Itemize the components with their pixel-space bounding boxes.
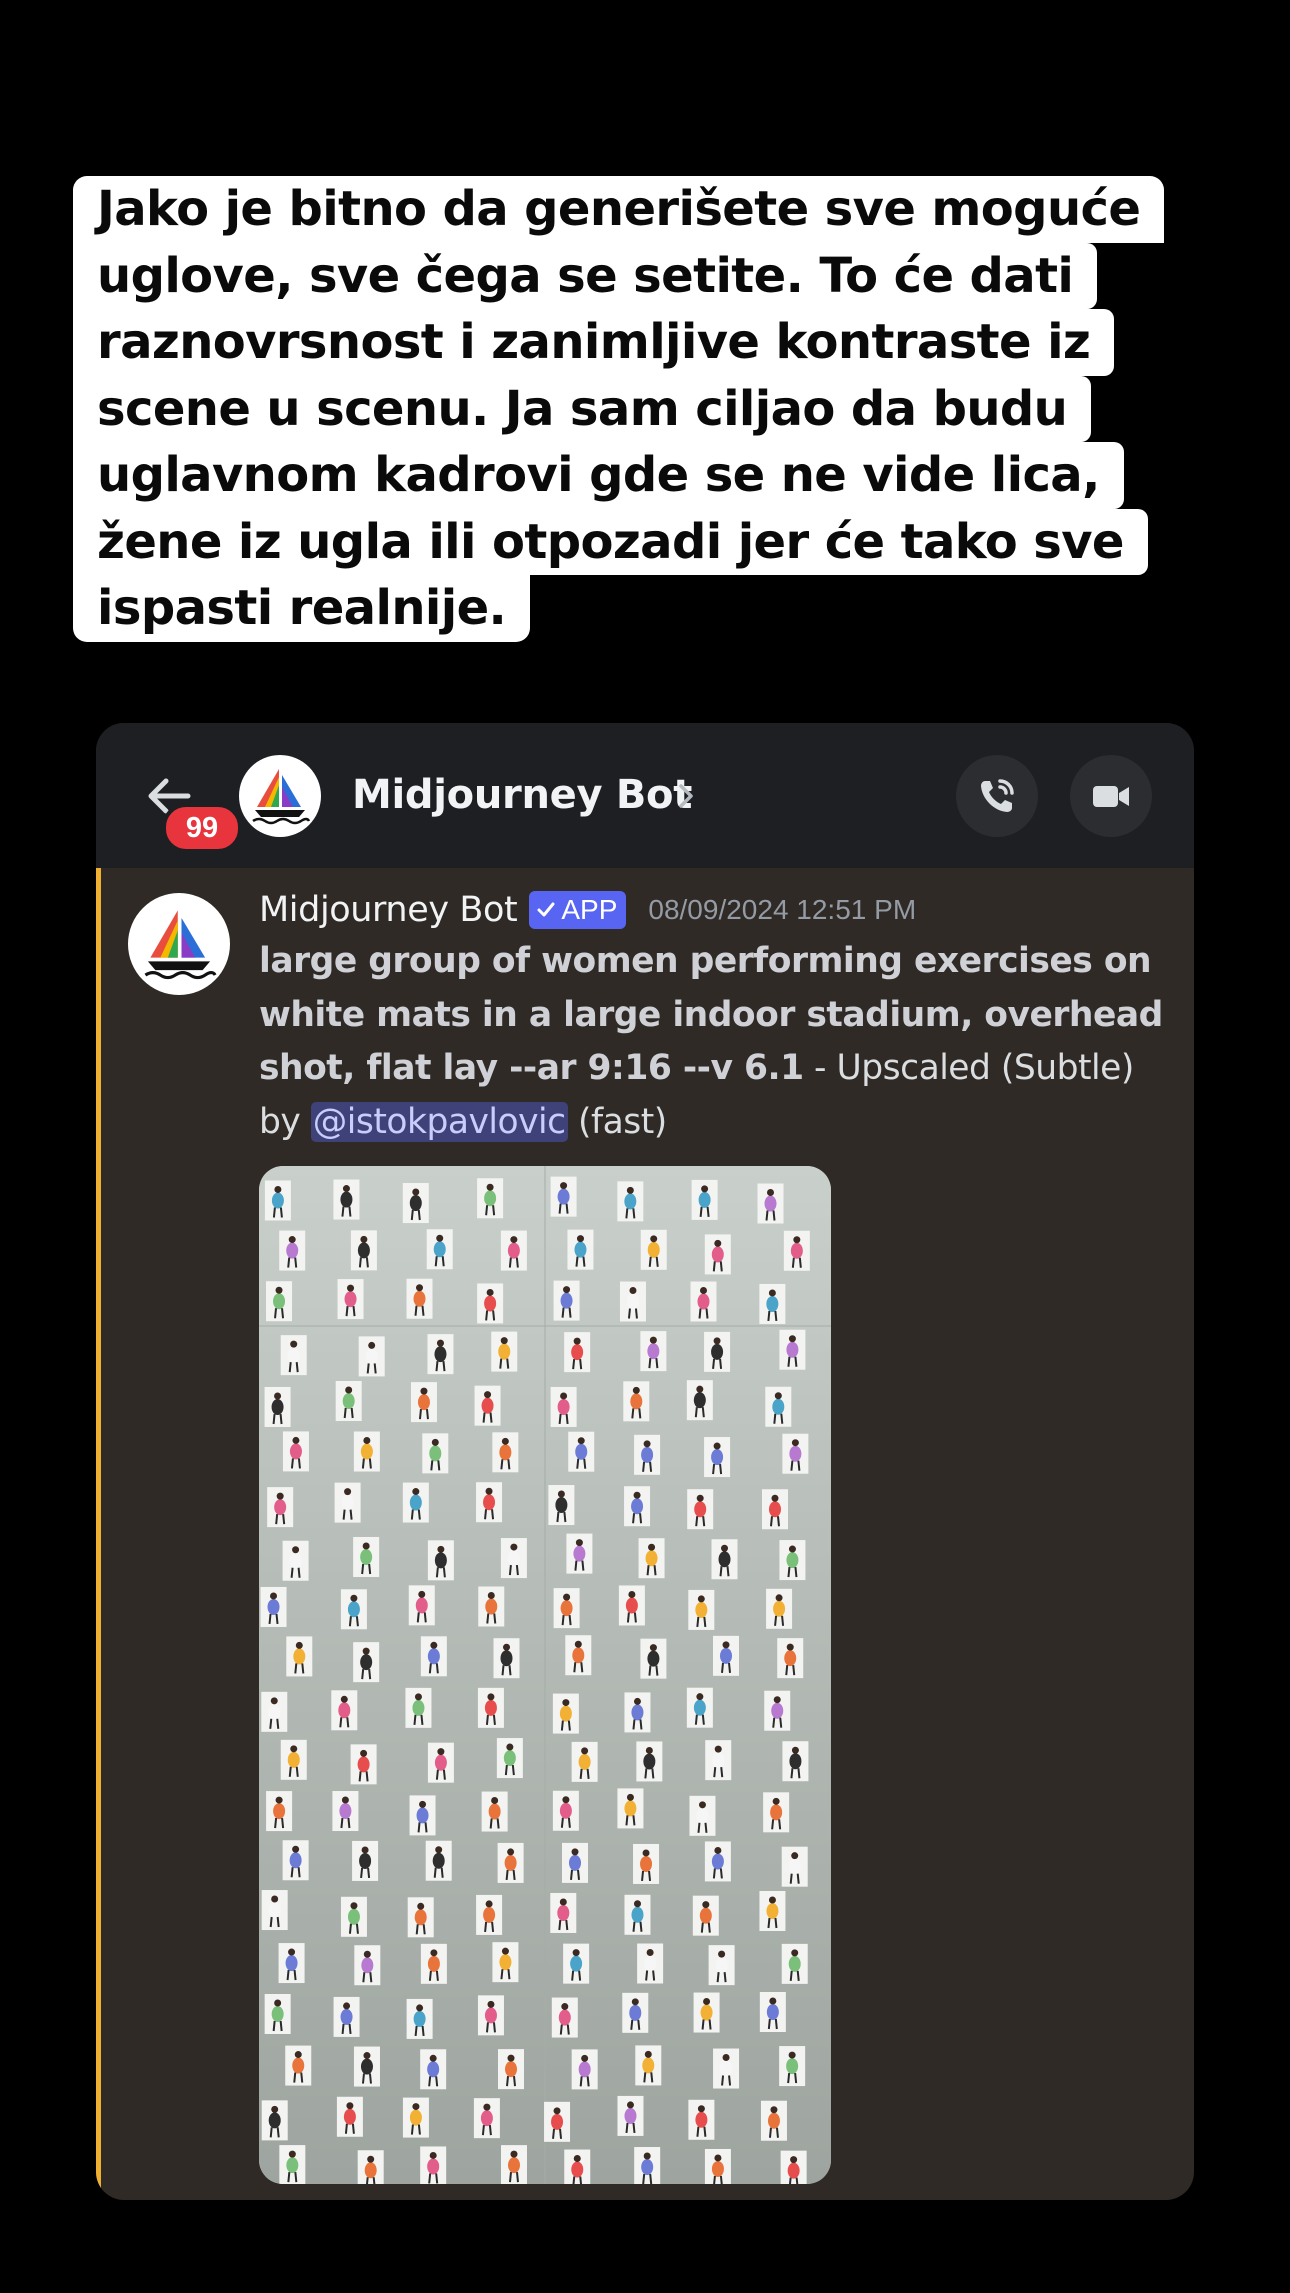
user-mention[interactable]: @istokpavlovic [310,1101,568,1142]
chevron-right-icon[interactable] [676,781,696,811]
caption-line: žene iz ugla ili otpozadi jer će tako sv… [73,508,1148,575]
author-avatar[interactable] [128,893,230,995]
upscale-status: - Upscaled (Subtle) [803,1048,1134,1088]
message-content: large group of women performing exercise… [259,935,1179,1149]
app-tag: APP [529,891,627,929]
sailboat-logo-icon [252,769,311,825]
story-caption: Jako je bitno da generišete sve moguće u… [73,176,1203,642]
message-header: Midjourney Bot APP 08/09/2024 12:51 PM [259,885,916,935]
checkmark-icon [537,902,555,917]
phone-call-icon [981,779,1014,812]
caption-line: uglove, sve čega se setite. To će dati [73,242,1098,309]
highlight-accent-bar [96,868,101,2200]
voice-call-button[interactable] [956,755,1038,837]
video-call-button[interactable] [1070,755,1152,837]
prompt-line: white mats in a large indoor stadium, ov… [259,994,1163,1035]
caption-line: ispasti realnije. [73,575,531,642]
unread-badge: 99 [162,803,242,853]
discord-chat-card: 99 Midjourney Bot Midjourney Bot APP 08/… [96,723,1194,2200]
stadium-exercise-image [259,1166,831,2184]
message-timestamp: 08/09/2024 12:51 PM [648,894,917,925]
caption-line: raznovrsnost i zanimljive kontraste iz [73,309,1115,376]
prompt-line: large group of women performing exercise… [259,941,1152,981]
channel-title[interactable]: Midjourney Bot [352,769,692,821]
by-label: by [259,1101,311,1142]
caption-line: Jako je bitno da generišete sve moguće [73,176,1165,243]
chat-header: 99 Midjourney Bot [96,723,1194,868]
sailboat-logo-icon [144,910,217,980]
app-tag-label: APP [561,894,618,925]
prompt-line: shot, flat lay --ar 9:16 --v 6.1 [259,1048,804,1088]
generated-image[interactable] [259,1166,831,2184]
bot-avatar[interactable] [239,755,321,837]
speed-label: (fast) [567,1101,667,1142]
caption-line: scene u scenu. Ja sam ciljao da budu [73,375,1092,442]
message-author[interactable]: Midjourney Bot [259,890,518,930]
video-camera-icon [1093,786,1129,807]
caption-line: uglavnom kadrovi gde se ne vide lica, [73,442,1124,509]
